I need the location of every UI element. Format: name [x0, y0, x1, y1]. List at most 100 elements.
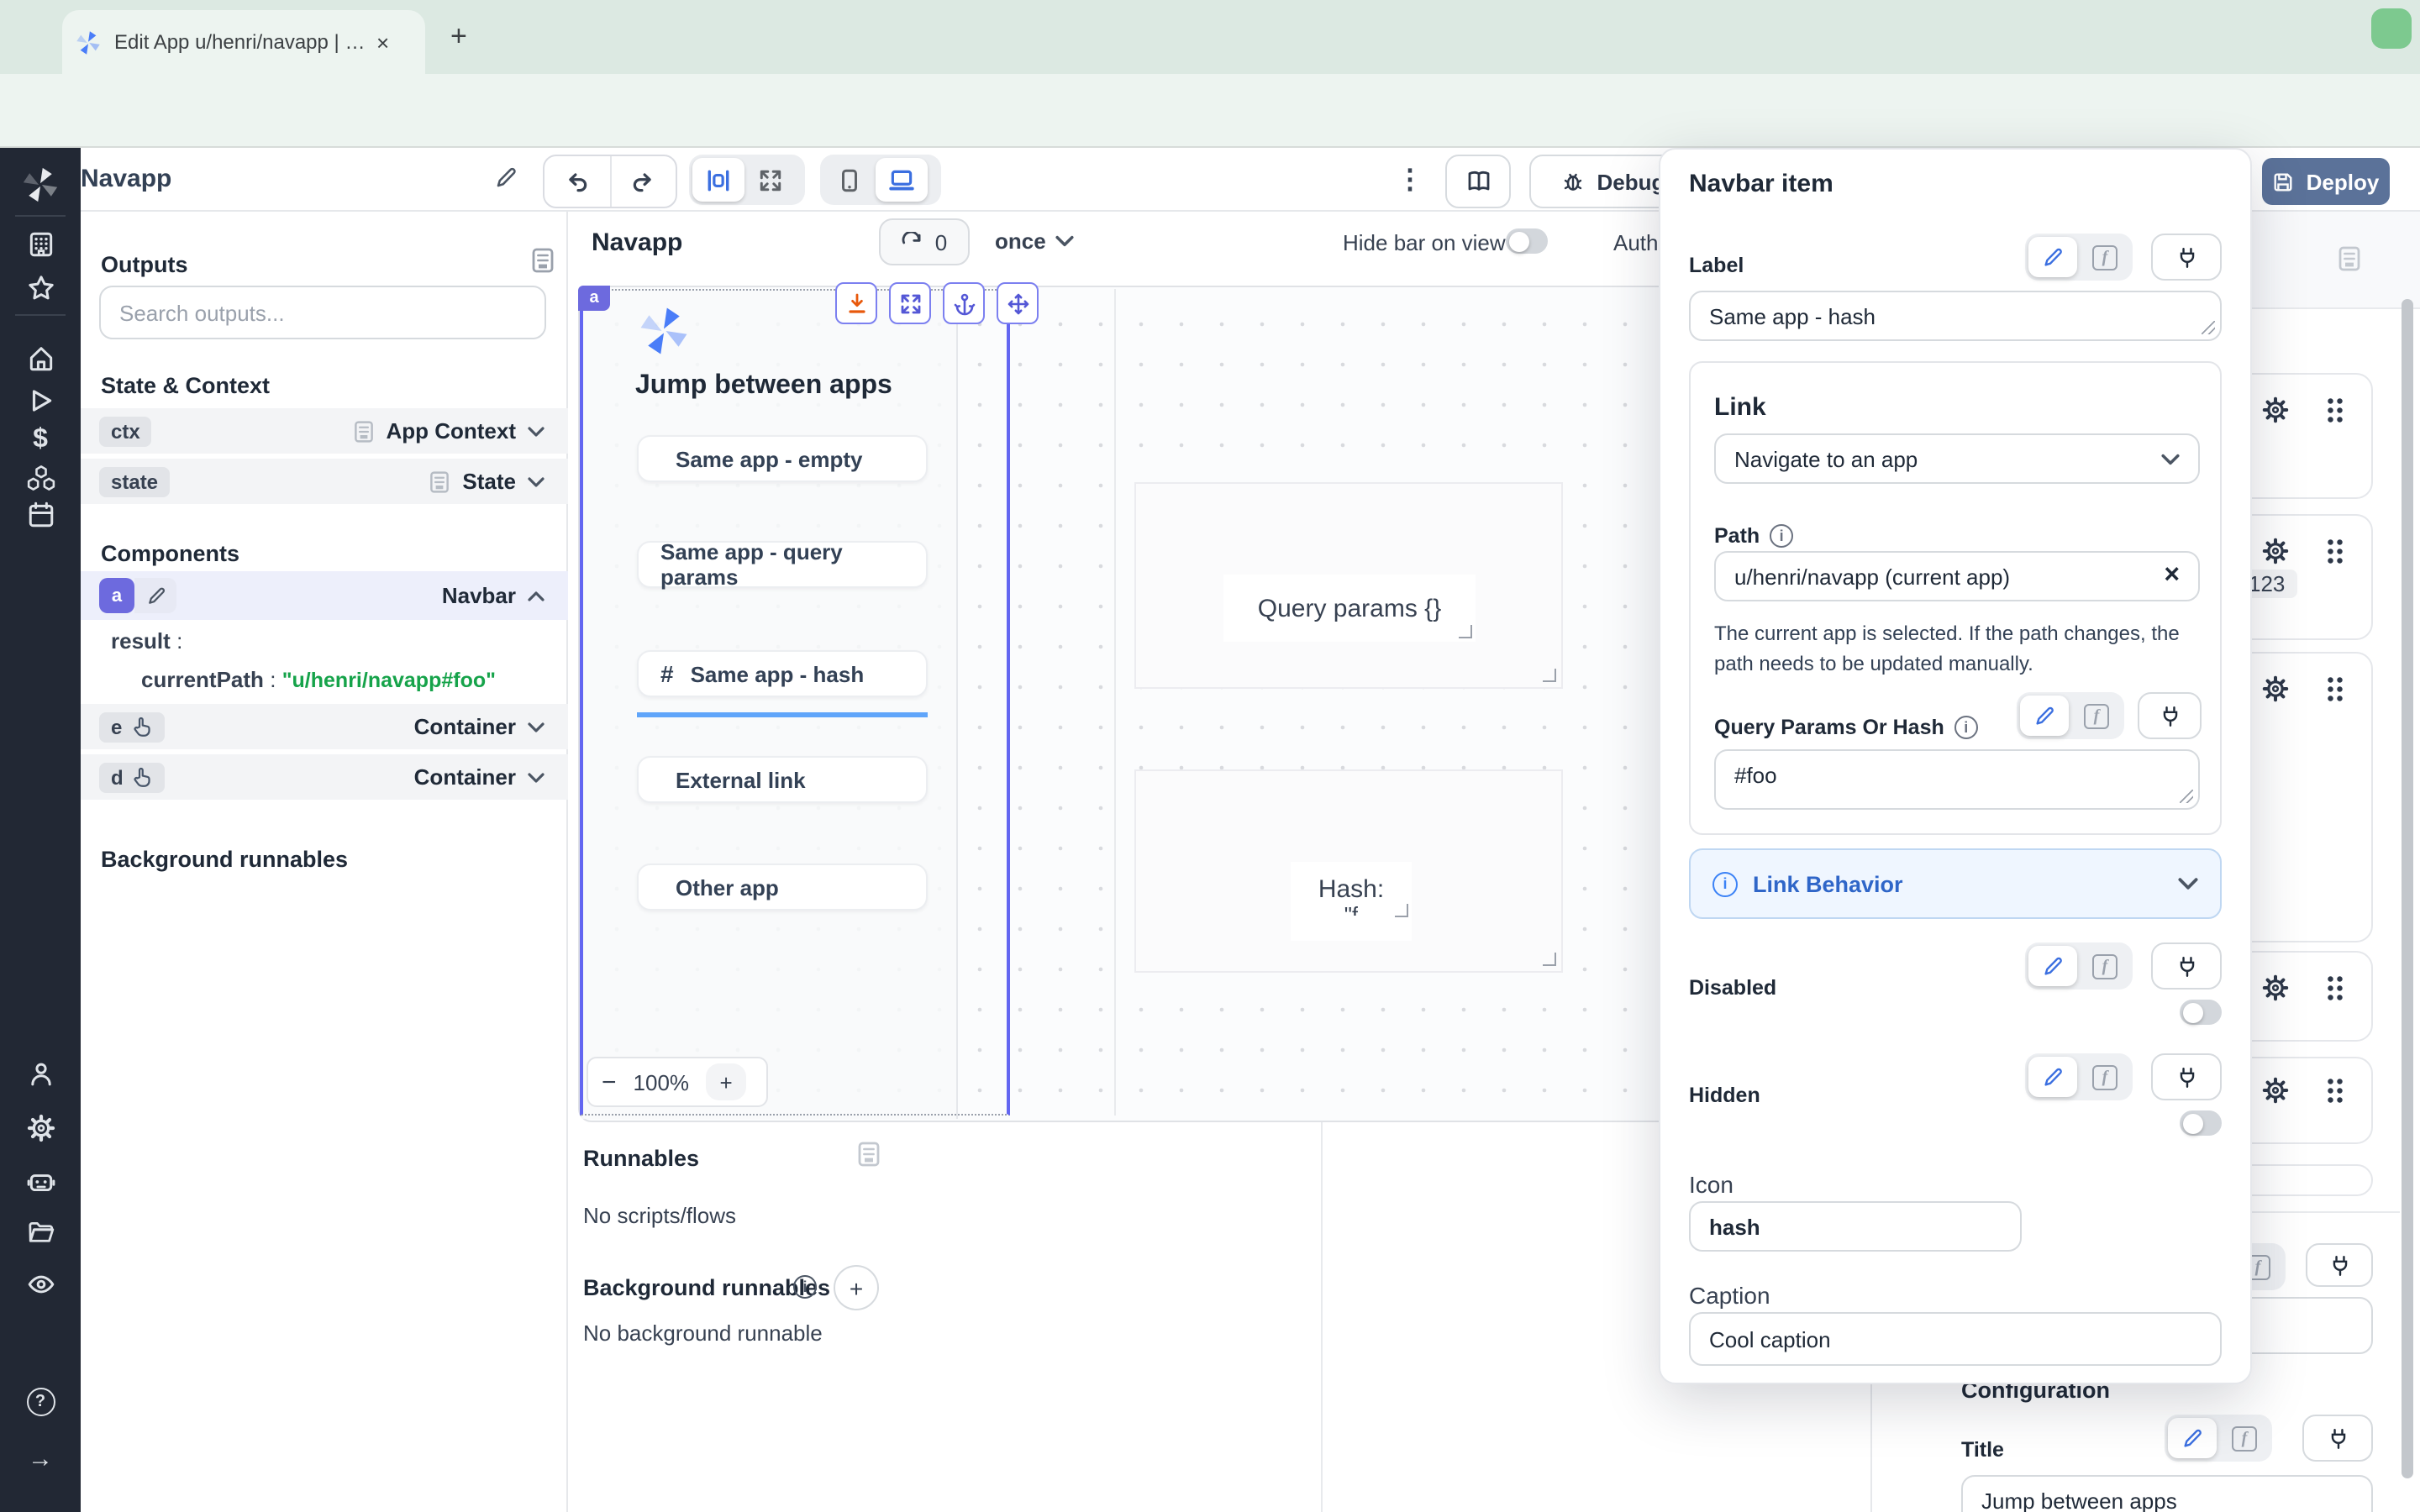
sidebar-item-runs[interactable]	[0, 386, 81, 415]
panel-scrollbar[interactable]	[2402, 299, 2413, 1478]
navbar-preview-column[interactable]	[581, 289, 958, 1119]
fn-mode-icon[interactable]: f	[2081, 1057, 2129, 1097]
chevron-down-icon[interactable]	[528, 722, 544, 732]
query-params-container[interactable]: Query params {}	[1134, 482, 1563, 689]
deploy-button[interactable]: Deploy	[2262, 158, 2390, 205]
component-row-container-d[interactable]: d Container	[81, 754, 568, 800]
caption-input[interactable]: Cool caption	[1689, 1312, 2222, 1366]
hide-bar-toggle[interactable]	[1506, 228, 1548, 254]
static-mode-pencil-icon[interactable]	[2020, 696, 2069, 736]
static-mode-pencil-icon[interactable]	[2028, 237, 2077, 277]
output-row-state[interactable]: state State	[81, 459, 568, 504]
browser-tab[interactable]: Edit App u/henri/navapp | Win ×	[62, 10, 425, 74]
nav-item-same-app-query[interactable]: Same app - query params	[637, 541, 928, 588]
resize-corner[interactable]	[1543, 953, 1556, 966]
nav-item-external-link[interactable]: External link	[637, 756, 928, 803]
fn-mode-icon[interactable]: f	[2072, 696, 2121, 736]
tab-close-icon[interactable]: ×	[376, 29, 389, 55]
window-control[interactable]	[2371, 8, 2412, 49]
query-params-text-box[interactable]: Query params {}	[1223, 575, 1476, 642]
static-mode-pencil-icon[interactable]	[2168, 1418, 2217, 1458]
chevron-down-icon[interactable]	[528, 772, 544, 782]
sidebar-item-workers[interactable]	[0, 1168, 81, 1196]
hash-text-box[interactable]: Hash: "f	[1291, 862, 1412, 941]
sidebar-item-home[interactable]	[0, 344, 81, 373]
hidden-connect-plug-icon[interactable]	[2151, 1053, 2222, 1100]
anchor-icon[interactable]	[943, 282, 985, 324]
title-input[interactable]: Jump between apps	[1961, 1475, 2373, 1512]
fn-mode-icon[interactable]: f	[2081, 237, 2129, 277]
current-path-row[interactable]: currentPath : "u/henri/navapp#foo"	[141, 667, 496, 692]
new-tab-button[interactable]: +	[450, 20, 467, 54]
sidebar-item-audit-logs[interactable]	[0, 1273, 81, 1295]
hash-container[interactable]: Hash: "f	[1134, 769, 1563, 973]
windmill-logo-icon[interactable]	[0, 166, 81, 203]
drag-handle-icon[interactable]	[2326, 1077, 2344, 1104]
fn-mode-icon[interactable]: f	[2220, 1418, 2269, 1458]
undo-icon[interactable]	[544, 156, 611, 207]
desktop-preview-icon[interactable]	[876, 158, 928, 202]
item-settings-gear-icon[interactable]	[2262, 538, 2289, 564]
link-behavior-section[interactable]: i Link Behavior	[1689, 848, 2222, 919]
sidebar-item-favorites[interactable]	[0, 274, 81, 302]
chevron-down-icon[interactable]	[528, 476, 544, 486]
disabled-connect-plug-icon[interactable]	[2151, 942, 2222, 990]
outputs-doc-icon[interactable]	[531, 247, 555, 274]
sidebar-item-workspace[interactable]	[0, 230, 81, 259]
hidden-toggle[interactable]	[2180, 1110, 2222, 1136]
search-outputs-input[interactable]	[99, 286, 546, 339]
query-input[interactable]: #foo	[1714, 749, 2200, 810]
resize-corner[interactable]	[1395, 904, 1408, 917]
refresh-count-button[interactable]: 0	[879, 218, 970, 265]
chevron-down-icon[interactable]	[2178, 877, 2198, 890]
drag-handle-icon[interactable]	[2326, 396, 2344, 423]
insert-below-icon[interactable]	[835, 282, 877, 324]
link-type-select[interactable]: Navigate to an app	[1714, 433, 2200, 484]
fullwidth-layout-icon[interactable]	[744, 158, 797, 202]
path-input[interactable]: u/henri/navapp (current app) ×	[1714, 551, 2200, 601]
chevron-up-icon[interactable]	[528, 591, 544, 601]
disabled-toggle[interactable]	[2180, 1000, 2222, 1025]
panel-doc-icon[interactable]	[2338, 245, 2361, 272]
mobile-preview-icon[interactable]	[823, 158, 876, 202]
component-row-container-e[interactable]: e Container	[81, 704, 568, 749]
chevron-down-icon[interactable]	[528, 426, 544, 436]
query-connect-plug-icon[interactable]	[2138, 692, 2202, 739]
nav-item-same-app-hash[interactable]: # Same app - hash	[637, 650, 928, 697]
nav-item-same-app-empty[interactable]: Same app - empty	[637, 435, 928, 482]
info-icon[interactable]: i	[1770, 524, 1793, 548]
resize-corner[interactable]	[1543, 669, 1556, 682]
redo-icon[interactable]	[611, 156, 676, 207]
zoom-out-icon[interactable]: −	[602, 1068, 617, 1096]
nav-item-other-app[interactable]: Other app	[637, 864, 928, 911]
sidebar-item-resources[interactable]	[0, 464, 81, 492]
docs-button[interactable]	[1445, 155, 1511, 208]
sidebar-item-settings[interactable]	[0, 1114, 81, 1142]
sidebar-collapse-icon[interactable]: →	[0, 1445, 81, 1473]
drag-handle-icon[interactable]	[2326, 974, 2344, 1001]
expand-component-icon[interactable]	[889, 282, 931, 324]
sidebar-item-variables[interactable]: $	[0, 425, 81, 455]
icon-input[interactable]: hash	[1689, 1201, 2022, 1252]
resize-grip-icon[interactable]	[2202, 321, 2215, 334]
rename-pencil-icon[interactable]	[134, 578, 176, 613]
label-input[interactable]: Same app - hash	[1689, 291, 2222, 341]
static-mode-pencil-icon[interactable]	[2028, 946, 2077, 986]
item-settings-gear-icon[interactable]	[2262, 1077, 2289, 1104]
drag-handle-icon[interactable]	[2326, 675, 2344, 702]
zoom-in-icon[interactable]: +	[706, 1063, 746, 1100]
more-options-icon[interactable]: ⋮	[1397, 163, 1423, 197]
clear-path-icon[interactable]: ×	[2164, 561, 2180, 591]
component-row-navbar[interactable]: a Navbar	[81, 571, 568, 620]
fn-mode-icon[interactable]: f	[2081, 946, 2129, 986]
connect-plug-icon[interactable]	[2302, 1415, 2373, 1462]
centered-layout-icon[interactable]	[692, 158, 744, 202]
item-settings-gear-icon[interactable]	[2262, 974, 2289, 1001]
drag-handle-icon[interactable]	[2326, 538, 2344, 564]
output-row-ctx[interactable]: ctx App Context	[81, 408, 568, 454]
item-settings-gear-icon[interactable]	[2262, 396, 2289, 423]
label-connect-plug-icon[interactable]	[2151, 234, 2222, 281]
result-key[interactable]: result :	[111, 628, 182, 654]
move-icon[interactable]	[997, 282, 1039, 324]
info-icon[interactable]: i	[1954, 716, 1978, 739]
